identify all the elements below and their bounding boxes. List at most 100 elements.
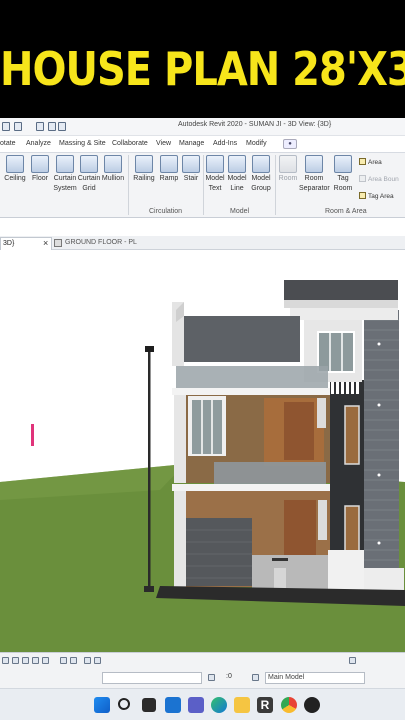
tag-room-button[interactable]: Tag Room xyxy=(332,155,354,193)
roof-fascia xyxy=(284,300,398,308)
panel-divider xyxy=(275,155,276,215)
model-group-button[interactable]: Model Group xyxy=(249,155,273,193)
close-icon[interactable]: × xyxy=(43,238,48,248)
model-text-icon xyxy=(206,155,224,173)
floor-button[interactable]: Floor xyxy=(28,155,52,183)
detail-level-icon[interactable] xyxy=(12,657,19,664)
first-floor-window xyxy=(192,400,222,454)
model-group-icon xyxy=(252,155,270,173)
model-text-label: Model xyxy=(205,175,225,182)
revit-window: Autodesk Revit 2020 - SUMAN JI - 3D View… xyxy=(0,118,405,688)
feature-window-upper xyxy=(344,405,360,465)
reveal-hidden-icon[interactable] xyxy=(94,657,101,664)
tag-area-icon xyxy=(359,192,366,199)
tab-ground-floor-plan[interactable]: GROUND FLOOR - PL xyxy=(54,237,144,250)
widgets-icon[interactable] xyxy=(165,697,181,713)
first-floor-door xyxy=(284,402,314,460)
lock-view-icon[interactable] xyxy=(70,657,77,664)
lamp-base xyxy=(144,586,154,592)
railing-icon xyxy=(135,155,153,173)
model-line-button[interactable]: Model Line xyxy=(226,155,248,193)
app-icon[interactable] xyxy=(304,697,320,713)
workset-icon[interactable] xyxy=(252,674,259,681)
revit-icon[interactable]: R xyxy=(257,697,273,713)
mullion-label: Mullion xyxy=(101,175,125,182)
first-floor-slab xyxy=(172,388,330,395)
area-boundary-label: Area Boun xyxy=(368,176,399,183)
ground-floor-glass-railing xyxy=(214,462,326,486)
task-view-icon[interactable] xyxy=(142,698,156,712)
chrome-icon[interactable] xyxy=(281,697,297,713)
tab-massing-site[interactable]: Massing & Site xyxy=(59,140,106,147)
search-icon[interactable] xyxy=(118,698,130,710)
tab-rotate[interactable]: otate xyxy=(0,140,16,147)
curtain-grid-button[interactable]: Curtain Grid xyxy=(77,155,101,193)
room-separator-label-2: Separator xyxy=(299,185,330,192)
selection-count: :0 xyxy=(226,673,232,680)
ground-floor-column-left xyxy=(174,491,186,587)
floor-plan-icon xyxy=(54,239,62,247)
open-icon[interactable] xyxy=(2,122,10,131)
ceiling-label: Ceiling xyxy=(4,175,26,182)
area-boundary-button[interactable]: Area Boun xyxy=(359,175,399,183)
ribbon: Ceiling Floor Curtain System Curtain Gri… xyxy=(0,152,405,218)
scale-icon[interactable] xyxy=(2,657,9,664)
temporary-hide-icon[interactable] xyxy=(84,657,91,664)
3d-viewport[interactable] xyxy=(0,250,405,652)
model-text-button[interactable]: Model Text xyxy=(204,155,226,193)
porch xyxy=(252,555,330,593)
first-floor-glass-railing xyxy=(176,366,328,390)
design-option-select[interactable]: Main Model xyxy=(265,672,365,684)
area-button[interactable]: Area xyxy=(359,158,382,166)
tab-manage[interactable]: Manage xyxy=(179,140,204,147)
model-group-label-2: Group xyxy=(251,185,271,192)
curtain-system-button[interactable]: Curtain System xyxy=(53,155,77,193)
sync-icon[interactable] xyxy=(208,674,215,681)
filter-icon[interactable] xyxy=(349,657,356,664)
teams-icon[interactable] xyxy=(188,697,204,713)
windows-start-icon[interactable] xyxy=(94,697,110,713)
mullion-icon xyxy=(104,155,122,173)
side-compound-wall xyxy=(328,550,364,592)
room-area-panel-label: Room & Area xyxy=(325,208,367,215)
crop-view-icon[interactable] xyxy=(60,657,67,664)
status-text-field xyxy=(102,672,202,684)
circulation-panel-label: Circulation xyxy=(149,208,183,215)
lamp-head xyxy=(145,346,154,352)
room-label: Room xyxy=(278,175,298,182)
title-banner: HOUSE PLAN 28'X30' xyxy=(0,0,405,118)
tab-modify[interactable]: Modify xyxy=(246,140,267,147)
save-icon[interactable] xyxy=(14,122,22,131)
main-door xyxy=(284,500,316,558)
shadows-icon[interactable] xyxy=(42,657,49,664)
tab-3d-view[interactable]: 3D} × xyxy=(0,237,52,250)
model-line-label: Model xyxy=(227,175,247,182)
tag-icon[interactable] xyxy=(58,122,66,131)
stair-button[interactable]: Stair xyxy=(180,155,202,183)
ceiling-button[interactable]: Ceiling xyxy=(2,155,28,183)
curtain-grid-icon xyxy=(80,155,98,173)
tab-add-ins[interactable]: Add-Ins xyxy=(213,140,237,147)
selection-marker xyxy=(31,424,34,446)
model-panel-label: Model xyxy=(230,208,250,215)
visual-style-icon[interactable] xyxy=(22,657,29,664)
title-bar: Autodesk Revit 2020 - SUMAN JI - 3D View… xyxy=(0,118,405,136)
room-separator-button[interactable]: Room Separator xyxy=(299,155,330,193)
tag-area-button[interactable]: Tag Area xyxy=(359,192,394,200)
ribbon-toggle-icon[interactable]: ● xyxy=(283,139,297,149)
tab-view[interactable]: View xyxy=(156,140,171,147)
stair-icon xyxy=(182,155,200,173)
tab-collaborate[interactable]: Collaborate xyxy=(112,140,148,147)
mullion-button[interactable]: Mullion xyxy=(101,155,125,183)
tab-analyze[interactable]: Analyze xyxy=(26,140,51,147)
file-explorer-icon[interactable] xyxy=(234,697,250,713)
edge-icon[interactable] xyxy=(211,697,227,713)
ramp-button[interactable]: Ramp xyxy=(158,155,180,183)
measure-icon[interactable] xyxy=(48,122,56,131)
ground-floor-slab xyxy=(172,484,330,491)
railing-button[interactable]: Railing xyxy=(132,155,156,183)
sun-path-icon[interactable] xyxy=(32,657,39,664)
room-button[interactable]: Room xyxy=(277,155,299,183)
print-icon[interactable] xyxy=(36,122,44,131)
ramp-label: Ramp xyxy=(159,175,179,182)
